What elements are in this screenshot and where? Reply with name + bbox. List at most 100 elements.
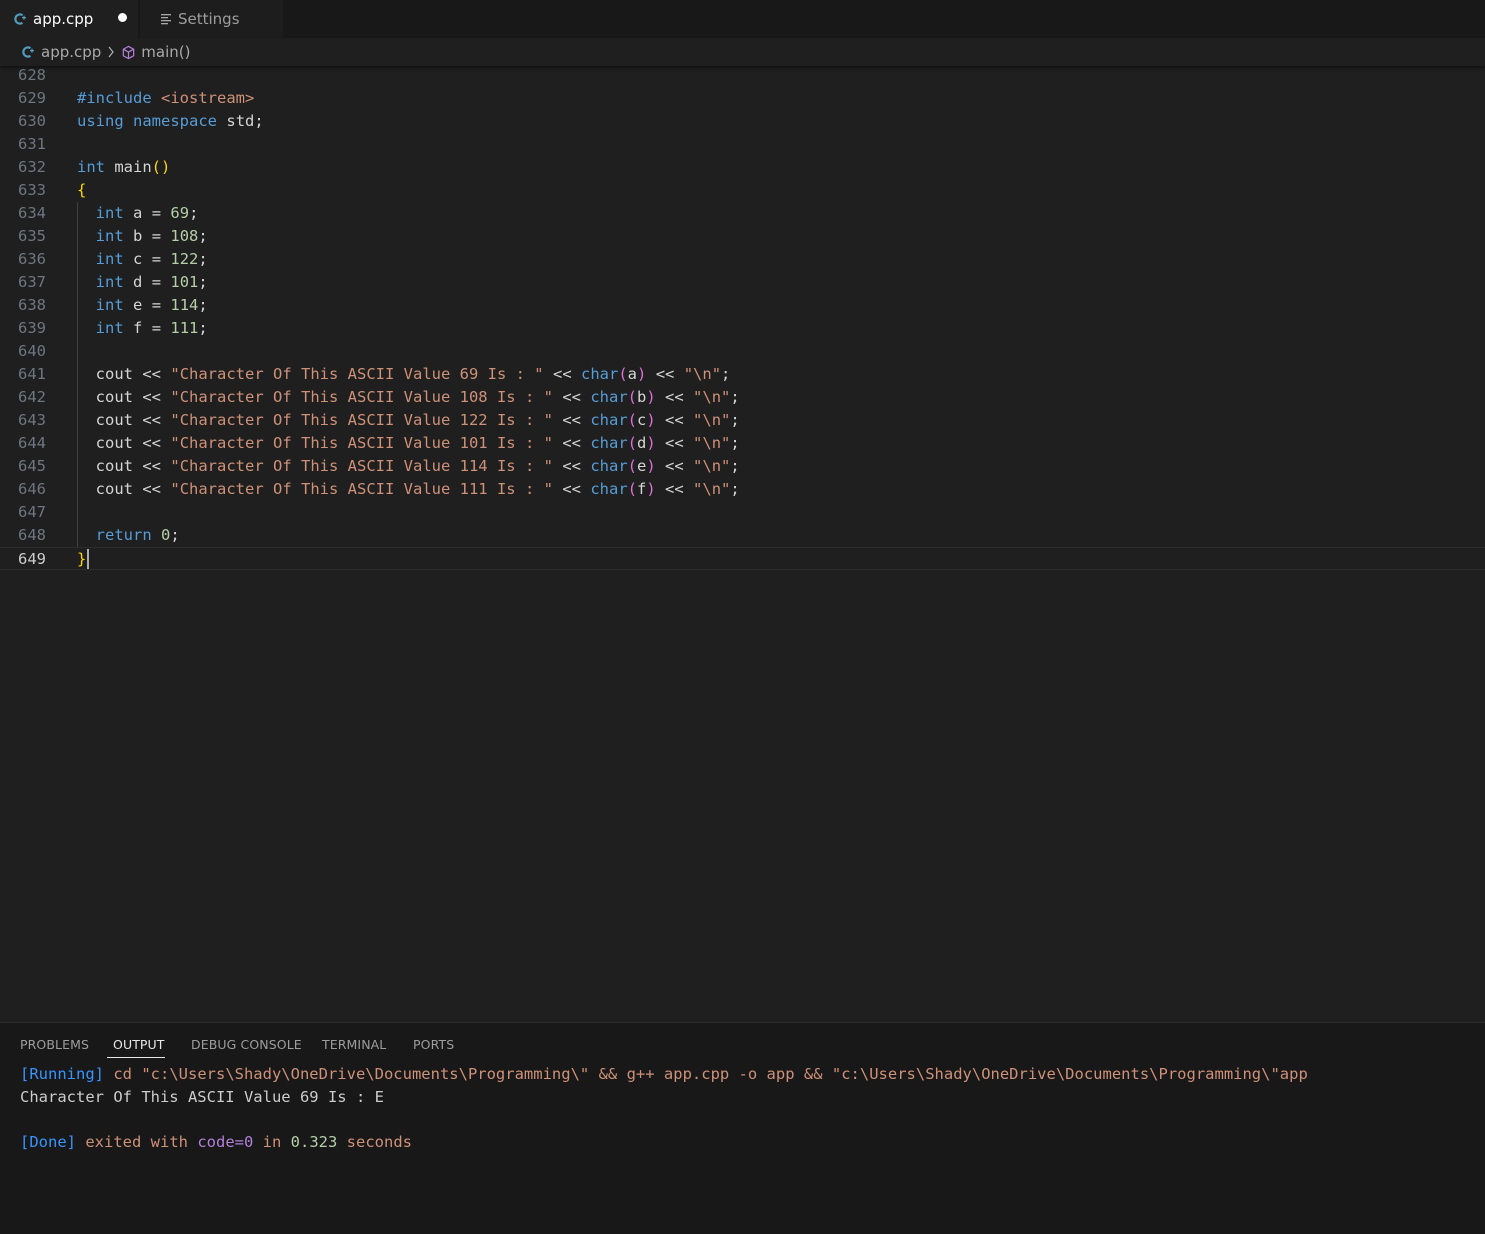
line-number: 646 xyxy=(18,480,46,498)
code-line[interactable]: 629 #include <iostream> xyxy=(0,87,1485,110)
code-text: cout << "Character Of This ASCII Value 1… xyxy=(95,457,740,475)
code-text: int f = 111; xyxy=(95,319,208,337)
code-editor[interactable]: 628 629 #include <iostream> 630 using namesp… xyxy=(0,66,1485,1022)
line-number: 638 xyxy=(18,296,46,314)
chevron-right-icon xyxy=(107,46,115,58)
tab-output[interactable]: OUTPUT xyxy=(113,1037,165,1052)
code-text: cout << "Character Of This ASCII Value 1… xyxy=(95,411,740,429)
code-text: int c = 122; xyxy=(95,250,208,268)
cpp-file-icon xyxy=(21,45,35,59)
code-text: int a = 69; xyxy=(95,204,199,222)
editor-tab-bar: app.cpp Settings xyxy=(0,0,1485,38)
code-line[interactable]: 633 { xyxy=(0,179,1485,202)
breadcrumb: app.cpp main() xyxy=(0,38,1485,66)
code-text: } xyxy=(77,550,87,568)
line-number: 641 xyxy=(18,365,46,383)
tab-label: Settings xyxy=(178,10,240,28)
code-line[interactable]: 630 using namespace std; xyxy=(0,110,1485,133)
breadcrumb-symbol-label: main() xyxy=(141,43,191,61)
line-number: 628 xyxy=(18,66,46,84)
tab-terminal[interactable]: TERMINAL xyxy=(322,1037,386,1052)
code-text: int main() xyxy=(77,158,171,176)
line-number: 642 xyxy=(18,388,46,406)
line-number: 644 xyxy=(18,434,46,452)
unsaved-dot-icon[interactable] xyxy=(118,13,127,22)
breadcrumb-symbol[interactable]: main() xyxy=(121,43,190,61)
indent-guide xyxy=(77,202,78,547)
code-line[interactable]: 631 xyxy=(0,133,1485,156)
cube-method-icon xyxy=(121,45,136,60)
code-line[interactable]: 637 int d = 101; xyxy=(0,271,1485,294)
code-line[interactable]: 642 cout << "Character Of This ASCII Val… xyxy=(0,386,1485,409)
bottom-panel: PROBLEMS OUTPUT DEBUG CONSOLE TERMINAL P… xyxy=(0,1022,1485,1234)
code-text: using namespace std; xyxy=(77,112,264,130)
done-text: seconds xyxy=(337,1133,412,1151)
active-tab-underline xyxy=(107,1057,165,1058)
line-number: 636 xyxy=(18,250,46,268)
code-line[interactable]: 647 xyxy=(0,501,1485,524)
code-text: int e = 114; xyxy=(95,296,208,314)
code-line[interactable]: 649} xyxy=(0,547,1485,570)
code-text: cout << "Character Of This ASCII Value 1… xyxy=(95,388,740,406)
code-line[interactable]: 646 cout << "Character Of This ASCII Val… xyxy=(0,478,1485,501)
code-line[interactable]: 644 cout << "Character Of This ASCII Val… xyxy=(0,432,1485,455)
tab-label: app.cpp xyxy=(33,10,94,28)
done-text: in xyxy=(253,1133,291,1151)
line-number: 647 xyxy=(18,503,46,521)
line-number: 648 xyxy=(18,526,46,544)
line-number: 635 xyxy=(18,227,46,245)
line-number: 640 xyxy=(18,342,46,360)
code-line[interactable]: 636 int c = 122; xyxy=(0,248,1485,271)
line-number: 639 xyxy=(18,319,46,337)
tab-ports[interactable]: PORTS xyxy=(413,1037,454,1052)
code-text: int d = 101; xyxy=(95,273,208,291)
elapsed-time: 0.323 xyxy=(290,1133,338,1151)
cpp-file-icon xyxy=(13,12,27,26)
code-line[interactable]: 645 cout << "Character Of This ASCII Val… xyxy=(0,455,1485,478)
line-number: 634 xyxy=(18,204,46,222)
code-line[interactable]: 640 xyxy=(0,340,1485,363)
line-number: 631 xyxy=(18,135,46,153)
tab-app-cpp[interactable]: app.cpp xyxy=(0,0,138,38)
line-number: 649 xyxy=(18,550,46,568)
tab-problems[interactable]: PROBLEMS xyxy=(20,1037,89,1052)
code-line[interactable]: 638 int e = 114; xyxy=(0,294,1485,317)
code-text: cout << "Character Of This ASCII Value 1… xyxy=(95,434,740,452)
code-line[interactable]: 632 int main() xyxy=(0,156,1485,179)
code-line[interactable]: 648 return 0; xyxy=(0,524,1485,547)
code-text: cout << "Character Of This ASCII Value 1… xyxy=(95,480,740,498)
done-text: exited with xyxy=(76,1133,198,1151)
text-cursor xyxy=(87,549,89,569)
running-tag: [Running] xyxy=(20,1065,104,1083)
output-running-line: [Running] cd "c:\Users\Shady\OneDrive\Do… xyxy=(20,1063,1308,1086)
code-line[interactable]: 635 int b = 108; xyxy=(0,225,1485,248)
code-line[interactable]: 639 int f = 111; xyxy=(0,317,1485,340)
code-text: #include <iostream> xyxy=(77,89,255,107)
tab-settings[interactable]: Settings xyxy=(140,0,283,38)
code-text: cout << "Character Of This ASCII Value 6… xyxy=(95,365,731,383)
breadcrumb-file[interactable]: app.cpp xyxy=(21,43,101,61)
line-number: 632 xyxy=(18,158,46,176)
code-text: int b = 108; xyxy=(95,227,208,245)
line-number: 643 xyxy=(18,411,46,429)
breadcrumb-file-label: app.cpp xyxy=(41,43,102,61)
tab-debug-console[interactable]: DEBUG CONSOLE xyxy=(191,1037,302,1052)
code-line[interactable]: 628 xyxy=(0,64,1485,87)
line-number: 630 xyxy=(18,112,46,130)
code-text: return 0; xyxy=(95,526,180,544)
running-command: cd "c:\Users\Shady\OneDrive\Documents\Pr… xyxy=(104,1065,1308,1083)
code-text: { xyxy=(77,181,87,199)
code-line[interactable]: 634 int a = 69; xyxy=(0,202,1485,225)
done-tag: [Done] xyxy=(20,1133,76,1151)
code-line[interactable]: 641 cout << "Character Of This ASCII Val… xyxy=(0,363,1485,386)
code-line[interactable]: 643 cout << "Character Of This ASCII Val… xyxy=(0,409,1485,432)
panel-tab-bar: PROBLEMS OUTPUT DEBUG CONSOLE TERMINAL P… xyxy=(0,1023,1485,1063)
line-number: 633 xyxy=(18,181,46,199)
settings-list-icon xyxy=(160,13,172,25)
output-result-line: Character Of This ASCII Value 69 Is : E xyxy=(20,1088,384,1106)
line-number: 629 xyxy=(18,89,46,107)
exit-code: code=0 xyxy=(197,1133,254,1151)
line-number: 645 xyxy=(18,457,46,475)
output-done-line: [Done] exited with code=0 in 0.323 secon… xyxy=(20,1131,412,1154)
line-number: 637 xyxy=(18,273,46,291)
